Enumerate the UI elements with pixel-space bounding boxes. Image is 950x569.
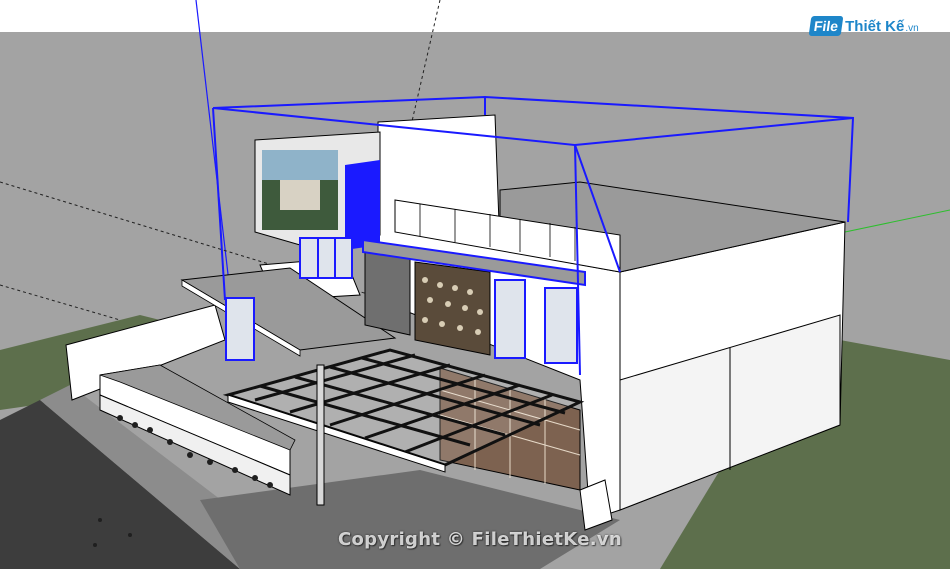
logo-box: File — [808, 16, 844, 36]
blue-panel — [345, 160, 380, 250]
pergola-column — [316, 364, 325, 506]
model-canvas[interactable] — [0, 0, 950, 569]
logo-name: Thiết Kế — [845, 17, 905, 35]
logo-suffix: .vn — [905, 23, 919, 34]
sketchup-viewport[interactable]: File Thiết Kế .vn Copyright © FileThietK… — [0, 0, 950, 569]
site-logo: File Thiết Kế .vn — [808, 12, 919, 40]
copyright-watermark: Copyright © FileThietKe.vn — [338, 529, 623, 550]
facade-photo-sky — [262, 150, 338, 180]
perforated-screen — [414, 261, 491, 356]
facade-photo-house — [280, 180, 320, 210]
